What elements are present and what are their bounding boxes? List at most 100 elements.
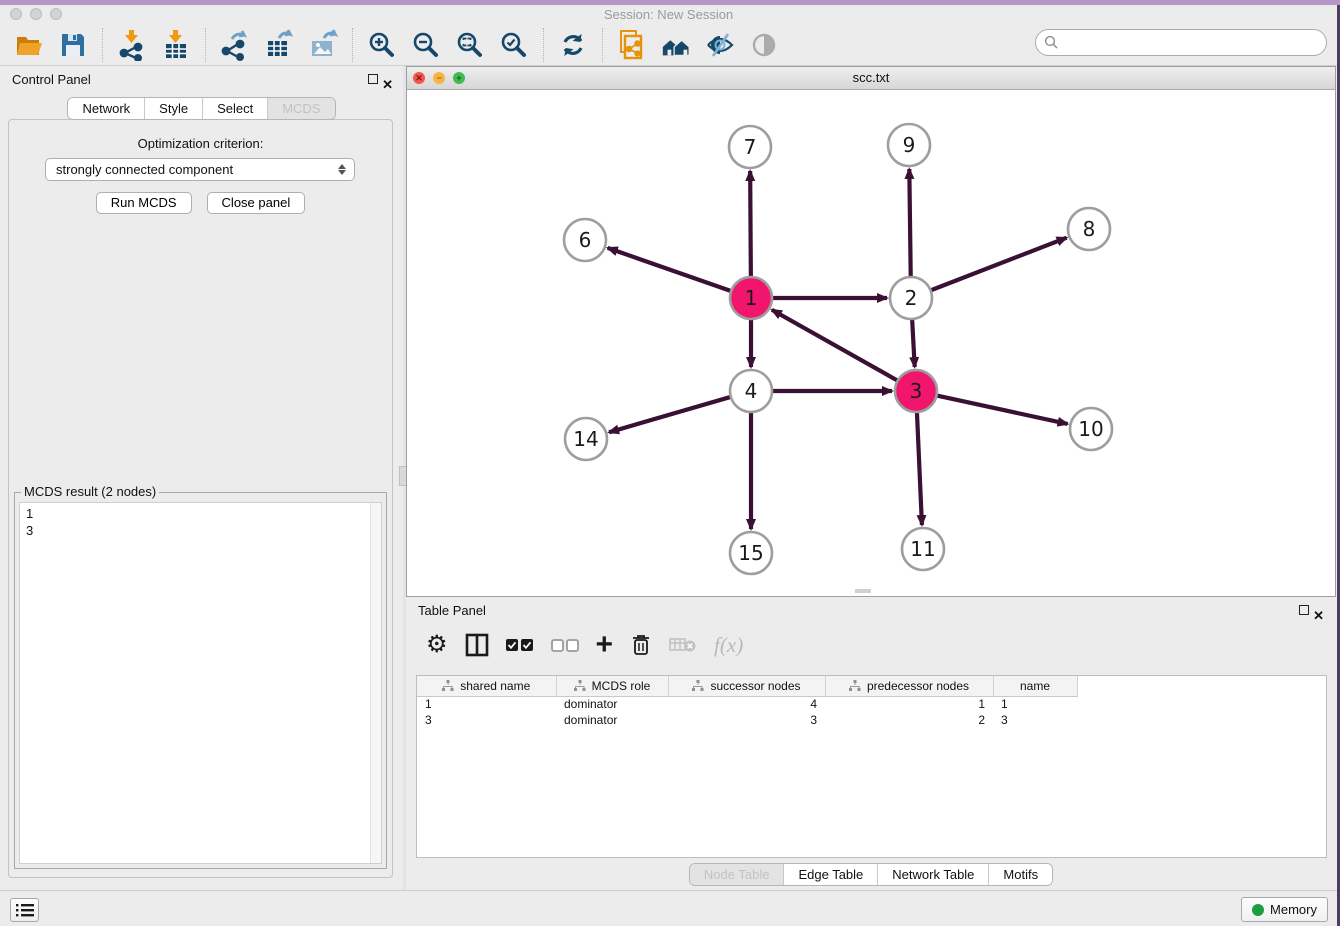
criterion-select[interactable]: strongly connected component: [45, 158, 355, 181]
control-panel-title: Control Panel: [12, 72, 91, 87]
hide-selected-eye-icon[interactable]: [704, 29, 736, 61]
search-box[interactable]: [1035, 29, 1327, 56]
graph-node-3[interactable]: 3: [895, 370, 937, 412]
zoom-in-icon[interactable]: [366, 29, 398, 61]
memory-status-dot: [1252, 904, 1264, 916]
memory-button[interactable]: Memory: [1241, 897, 1328, 922]
network-window-titlebar[interactable]: ✕ − + scc.txt: [407, 67, 1335, 90]
run-mcds-button[interactable]: Run MCDS: [96, 192, 192, 214]
task-history-button[interactable]: [10, 898, 39, 922]
open-session-icon[interactable]: [13, 29, 45, 61]
graph-node-7[interactable]: 7: [729, 126, 771, 168]
search-icon: [1044, 35, 1059, 50]
graph-node-6[interactable]: 6: [564, 219, 606, 261]
table-cell[interactable]: 3: [417, 712, 556, 728]
graph-node-15[interactable]: 15: [730, 532, 772, 574]
table-cell[interactable]: 3: [993, 712, 1077, 728]
table-cell[interactable]: 1: [417, 696, 556, 712]
tab-edge-table[interactable]: Edge Table: [784, 864, 878, 885]
first-neighbors-icon[interactable]: [660, 29, 692, 61]
edge-2-3[interactable]: [912, 317, 915, 367]
unselect-all-columns-icon[interactable]: [551, 638, 579, 652]
edge-4-14[interactable]: [609, 396, 733, 432]
table-float-panel-icon[interactable]: [1299, 605, 1309, 615]
export-network-icon[interactable]: [219, 29, 251, 61]
mcds-result-textarea[interactable]: 13: [19, 502, 382, 864]
edge-3-10[interactable]: [935, 395, 1068, 424]
column-header-predecessor-nodes[interactable]: predecessor nodes: [825, 676, 993, 696]
table-tabbar: Node TableEdge TableNetwork TableMotifs: [689, 863, 1053, 886]
show-hidden-eye-icon[interactable]: [748, 29, 780, 61]
window-title: Session: New Session: [0, 7, 1337, 22]
network-graph[interactable]: 7 9 6 8 1 2 4 3 14 10 15 11: [407, 90, 1335, 596]
edge-1-7[interactable]: [750, 171, 751, 279]
graph-node-label: 3: [910, 379, 923, 403]
select-all-columns-icon[interactable]: [506, 638, 534, 652]
edge-3-11[interactable]: [917, 410, 922, 525]
table-cell[interactable]: 4: [668, 696, 825, 712]
clone-network-icon[interactable]: [616, 29, 648, 61]
mcds-result-line: 3: [26, 522, 375, 539]
control-panel-tabbar: NetworkStyleSelectMCDS: [67, 97, 335, 120]
node-table[interactable]: shared nameMCDS rolesuccessor nodesprede…: [416, 675, 1327, 858]
zoom-out-icon[interactable]: [410, 29, 442, 61]
import-network-icon[interactable]: [116, 29, 148, 61]
column-header-name[interactable]: name: [993, 676, 1077, 696]
column-header-shared-name[interactable]: shared name: [417, 676, 556, 696]
graph-node-10[interactable]: 10: [1070, 408, 1112, 450]
table-panel-header: Table Panel ✕: [406, 597, 1336, 624]
function-builder-icon[interactable]: f(x): [714, 633, 743, 658]
tab-mcds[interactable]: MCDS: [268, 98, 334, 119]
import-table-icon[interactable]: [160, 29, 192, 61]
edge-2-9[interactable]: [909, 169, 910, 279]
table-cell[interactable]: dominator: [556, 712, 668, 728]
table-row[interactable]: 1dominator411: [417, 696, 1077, 712]
main-toolbar: [0, 24, 1337, 66]
graph-node-14[interactable]: 14: [565, 418, 607, 460]
graph-node-11[interactable]: 11: [902, 528, 944, 570]
create-column-plus-icon[interactable]: +: [596, 633, 614, 657]
graph-node-1[interactable]: 1: [730, 277, 772, 319]
table-cell[interactable]: 3: [668, 712, 825, 728]
tab-select[interactable]: Select: [203, 98, 268, 119]
save-session-icon[interactable]: [57, 29, 89, 61]
column-header-MCDS-role[interactable]: MCDS role: [556, 676, 668, 696]
tab-network-table[interactable]: Network Table: [878, 864, 989, 885]
float-panel-icon[interactable]: [368, 74, 378, 84]
tab-style[interactable]: Style: [145, 98, 203, 119]
mcds-result-scrollbar[interactable]: [370, 503, 381, 863]
zoom-selected-icon[interactable]: [498, 29, 530, 61]
refresh-layout-icon[interactable]: [557, 29, 589, 61]
graph-node-label: 15: [738, 541, 763, 565]
edge-2-8[interactable]: [929, 238, 1067, 291]
delete-table-icon[interactable]: [669, 636, 697, 654]
tab-node-table[interactable]: Node Table: [690, 864, 785, 885]
close-panel-icon[interactable]: ✕: [382, 71, 393, 98]
column-type-icon: [849, 680, 861, 692]
horizontal-splitter-handle[interactable]: [855, 589, 871, 593]
table-row[interactable]: 3dominator323: [417, 712, 1077, 728]
show-columns-icon[interactable]: [465, 633, 489, 657]
close-panel-button[interactable]: Close panel: [207, 192, 306, 214]
edge-3-1[interactable]: [772, 310, 900, 382]
export-table-icon[interactable]: [263, 29, 295, 61]
tab-network[interactable]: Network: [68, 98, 145, 119]
table-settings-gear-icon[interactable]: ⚙: [426, 633, 448, 657]
edge-1-6[interactable]: [608, 248, 733, 292]
table-cell[interactable]: dominator: [556, 696, 668, 712]
graph-node-label: 14: [573, 427, 598, 451]
table-cell[interactable]: 2: [825, 712, 993, 728]
graph-node-4[interactable]: 4: [730, 370, 772, 412]
graph-node-9[interactable]: 9: [888, 124, 930, 166]
graph-node-2[interactable]: 2: [890, 277, 932, 319]
zoom-fit-icon[interactable]: [454, 29, 486, 61]
optimization-criterion-label: Optimization criterion:: [9, 136, 392, 151]
delete-column-trash-icon[interactable]: [630, 633, 652, 657]
column-header-successor-nodes[interactable]: successor nodes: [668, 676, 825, 696]
graph-node-8[interactable]: 8: [1068, 208, 1110, 250]
search-input[interactable]: [1064, 33, 1326, 53]
table-cell[interactable]: 1: [825, 696, 993, 712]
table-cell[interactable]: 1: [993, 696, 1077, 712]
tab-motifs[interactable]: Motifs: [989, 864, 1052, 885]
export-image-icon[interactable]: [307, 29, 339, 61]
